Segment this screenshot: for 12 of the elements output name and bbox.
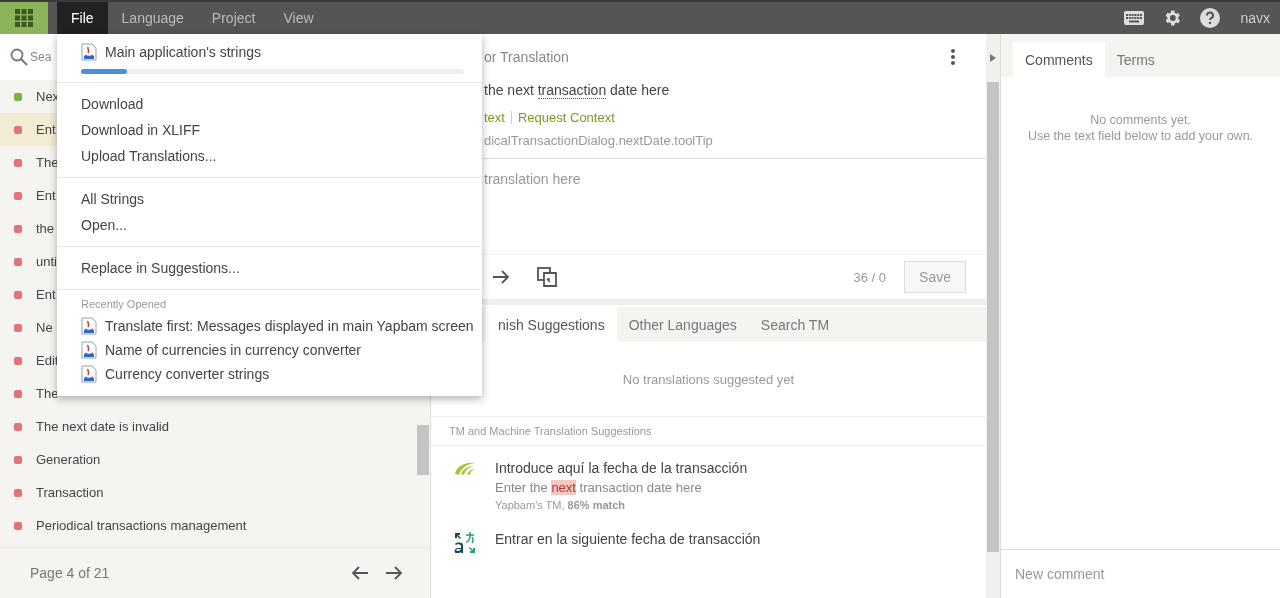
section-heading: Recently Opened <box>81 298 167 310</box>
empty-message: No translations suggested yet <box>622 371 795 387</box>
suggestion-source: Enter the next transaction date here <box>495 480 703 495</box>
empty-message: No comments yet. <box>1090 113 1191 127</box>
panel-title: or Translation <box>484 49 569 65</box>
source-text: the next transaction date here <box>484 82 671 98</box>
suggestion-origin: Yapbam's TM, 86% match <box>495 499 627 511</box>
empty-message: Use the text field below to add your own. <box>1027 129 1254 143</box>
character-counter: 36 / 0 <box>853 269 887 285</box>
page-indicator: Page 4 of 21 <box>30 565 110 581</box>
section-heading: TM and Machine Translation Suggestions <box>449 425 652 437</box>
string-key: dicalTransactionDialog.nextDate.toolTip <box>484 133 956 148</box>
